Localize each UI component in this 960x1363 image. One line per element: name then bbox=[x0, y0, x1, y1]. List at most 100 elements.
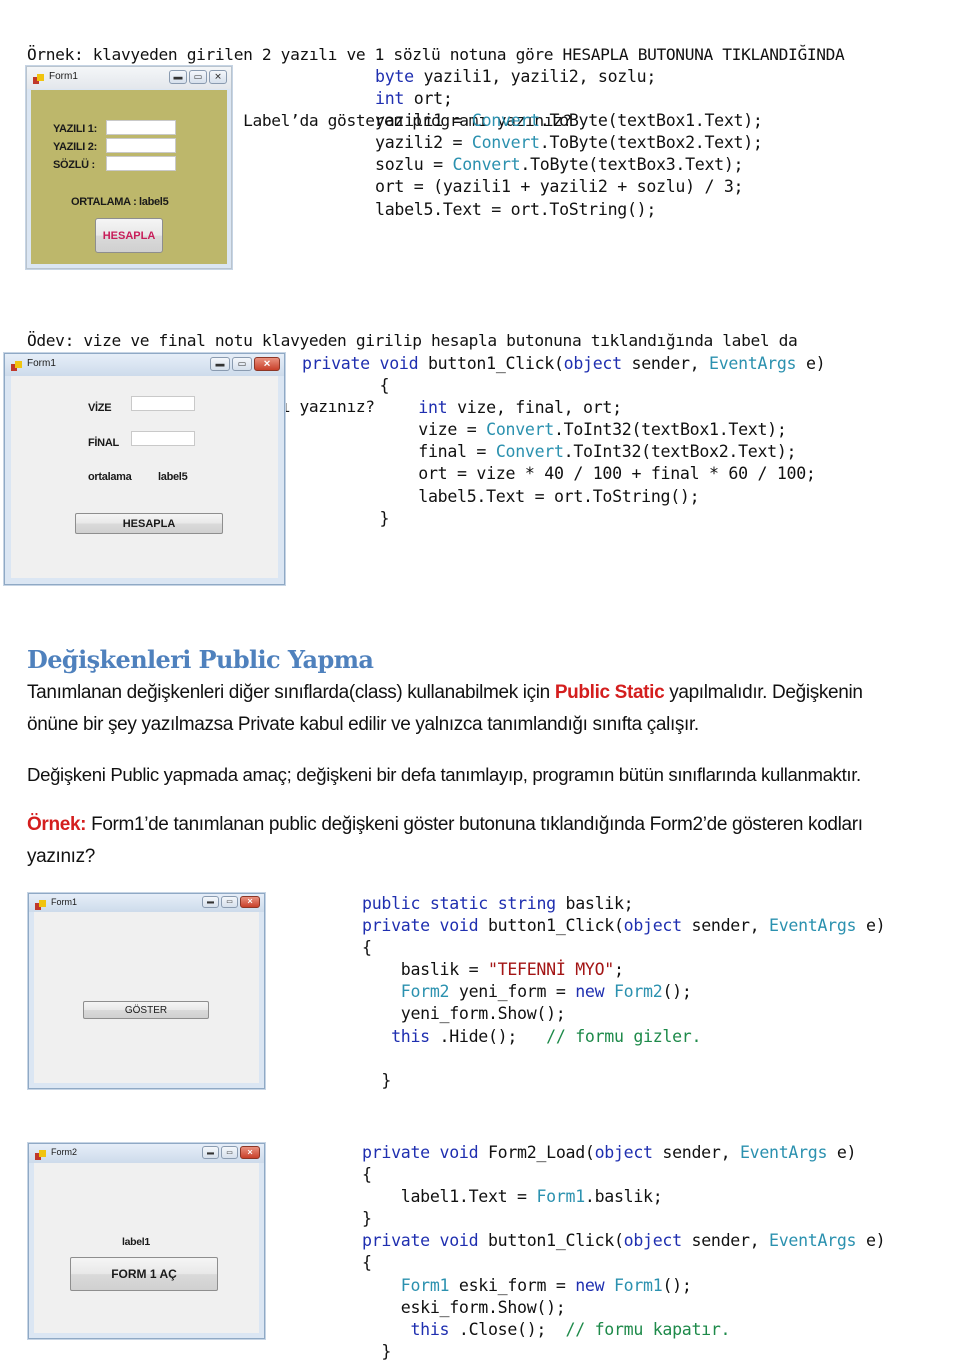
minimize-button[interactable]: ▬ bbox=[210, 357, 230, 371]
maximize-button[interactable]: ▭ bbox=[221, 896, 238, 908]
code-line: yeni_form.Show(); bbox=[362, 1003, 885, 1025]
yazili1-input[interactable] bbox=[106, 120, 176, 135]
form-client-area: VİZE FİNAL ortalama label5 HESAPLA bbox=[11, 376, 278, 578]
code-line: sozlu = Convert.ToByte(textBox3.Text); bbox=[375, 154, 763, 176]
code-text: vize, final, ort; bbox=[457, 398, 622, 418]
form-icon bbox=[33, 72, 44, 84]
hesapla-button[interactable]: HESAPLA bbox=[75, 513, 223, 534]
code-line: } bbox=[302, 508, 825, 530]
window-title: Form1 bbox=[51, 897, 78, 907]
close-button[interactable]: ✕ bbox=[209, 70, 227, 84]
paragraph-public-static: Tanımlanan değişkenleri diğer sınıflarda… bbox=[27, 677, 863, 740]
final-input[interactable] bbox=[131, 431, 195, 446]
code-text: e) bbox=[805, 354, 826, 373]
code-line: label5.Text = ort.ToString(); bbox=[302, 486, 825, 508]
code-line: } bbox=[362, 1341, 885, 1363]
window-title: Form1 bbox=[27, 358, 56, 369]
code-line: private void button1_Click(object sender… bbox=[302, 353, 826, 375]
code-type: Form2 bbox=[400, 982, 459, 1002]
form1-window-olive: Form1 ▬ ▭ ✕ YAZILI 1: YAZILI 2: SÖZLÜ : … bbox=[26, 66, 232, 269]
code-text: { bbox=[302, 376, 390, 396]
hesapla-button-label: HESAPLA bbox=[102, 229, 156, 242]
code-text: e) bbox=[865, 916, 886, 936]
form-icon bbox=[11, 359, 22, 371]
goster-button[interactable]: GÖSTER bbox=[83, 1001, 209, 1019]
maximize-button[interactable]: ▭ bbox=[189, 70, 207, 84]
code-comment: // formu kapatır. bbox=[565, 1319, 731, 1339]
code-text: yazili1 = bbox=[375, 111, 472, 131]
ortalama-label: ortalama bbox=[88, 471, 132, 483]
close-button[interactable]: ✕ bbox=[254, 357, 280, 371]
code-line: byte yazili1, yazili2, sozlu; bbox=[375, 66, 763, 88]
minimize-button[interactable]: ▬ bbox=[202, 896, 219, 908]
form1-ac-button[interactable]: FORM 1 AÇ bbox=[70, 1257, 218, 1291]
code-line: Form1 eski_form = new Form1(); bbox=[362, 1275, 885, 1297]
code-text: .ToInt32(textBox2.Text); bbox=[563, 442, 797, 462]
code-keyword: new bbox=[575, 982, 614, 1002]
code-line: eski_form.Show(); bbox=[362, 1297, 885, 1319]
code-type: Convert bbox=[471, 111, 540, 131]
code-line: Form2 yeni_form = new Form2(); bbox=[362, 981, 885, 1003]
window-title: Form2 bbox=[51, 1147, 78, 1157]
result-label: label5 bbox=[139, 196, 169, 208]
code-comment: // formu gizler. bbox=[546, 1026, 702, 1046]
final-label: FİNAL bbox=[88, 437, 119, 449]
code-type: EventArgs bbox=[769, 916, 866, 936]
code-text: (); bbox=[662, 1275, 692, 1295]
code-block-vize-final: private void button1_Click(object sender… bbox=[302, 353, 826, 530]
form-icon bbox=[35, 898, 46, 910]
code-keyword: int bbox=[375, 89, 414, 109]
code-line: public static string baslik; bbox=[362, 893, 885, 915]
code-text: eski_form = bbox=[458, 1275, 576, 1295]
title-bar[interactable]: Form1 ▬ ▭ ✕ bbox=[5, 354, 284, 376]
homework-line-1: Ödev: vize ve final notu klavyeden giril… bbox=[27, 331, 798, 350]
code-line: yazili1 = Convert.ToByte(textBox1.Text); bbox=[375, 110, 763, 132]
code-keyword: private bbox=[362, 1143, 440, 1162]
vize-input[interactable] bbox=[131, 396, 195, 411]
hesapla-button[interactable]: HESAPLA bbox=[95, 218, 163, 253]
code-keyword: void bbox=[439, 1231, 488, 1251]
code-keyword: private bbox=[362, 1231, 440, 1251]
title-bar[interactable]: Form1 ▬ ▭ ✕ bbox=[29, 894, 264, 912]
code-type: Form1 bbox=[613, 1275, 663, 1295]
minimize-button[interactable]: ▬ bbox=[202, 1146, 219, 1159]
code-line: int vize, final, ort; bbox=[302, 397, 825, 419]
title-bar[interactable]: Form2 ▬ ▭ ✕ bbox=[29, 1144, 264, 1163]
code-text: ort; bbox=[413, 89, 453, 109]
maximize-icon: ▭ bbox=[237, 358, 247, 369]
code-type: EventArgs bbox=[739, 1143, 837, 1162]
close-button[interactable]: ✕ bbox=[240, 1146, 260, 1159]
code-text: ort = vize * 40 / 100 + final * 60 / 100… bbox=[302, 464, 816, 484]
code-keyword: void bbox=[439, 1143, 488, 1162]
code-text: .baslik; bbox=[584, 1187, 663, 1207]
code-text: .ToInt32(textBox1.Text); bbox=[553, 420, 787, 440]
code-text: ort = (yazili1 + yazili2 + sozlu) / 3; bbox=[375, 177, 744, 197]
close-button[interactable]: ✕ bbox=[240, 896, 260, 908]
code-line: label1.Text = Form1.baslik; bbox=[362, 1186, 885, 1208]
form1-ac-button-label: FORM 1 AÇ bbox=[111, 1267, 177, 1281]
code-block-averaging: byte yazili1, yazili2, sozlu; int ort; yaz… bbox=[375, 66, 763, 221]
maximize-button[interactable]: ▭ bbox=[232, 357, 252, 371]
minimize-icon: ▬ bbox=[207, 1149, 214, 1156]
minimize-button[interactable]: ▬ bbox=[169, 70, 187, 84]
code-line: } bbox=[362, 1208, 885, 1230]
code-text: sozlu = bbox=[375, 155, 453, 175]
code-line: final = Convert.ToInt32(textBox2.Text); bbox=[302, 441, 825, 463]
form1-window-vize-final: Form1 ▬ ▭ ✕ VİZE FİNAL ortalama label5 H… bbox=[4, 353, 285, 585]
vize-label: VİZE bbox=[88, 402, 112, 414]
code-keyword: this bbox=[391, 1026, 440, 1046]
yazili2-input[interactable] bbox=[106, 138, 176, 153]
code-text: yeni_form.Show(); bbox=[362, 1004, 566, 1024]
maximize-button[interactable]: ▭ bbox=[221, 1146, 238, 1159]
code-type: Convert bbox=[452, 155, 521, 175]
code-text: yeni_form = bbox=[458, 982, 576, 1002]
title-bar[interactable]: Form1 ▬ ▭ ✕ bbox=[27, 67, 231, 89]
code-line: this .Hide(); // formu gizler. bbox=[362, 1026, 885, 1048]
code-text: { bbox=[362, 1165, 372, 1185]
sozlu-input[interactable] bbox=[106, 156, 176, 171]
maximize-icon: ▭ bbox=[226, 898, 233, 906]
code-text: e) bbox=[836, 1143, 857, 1162]
